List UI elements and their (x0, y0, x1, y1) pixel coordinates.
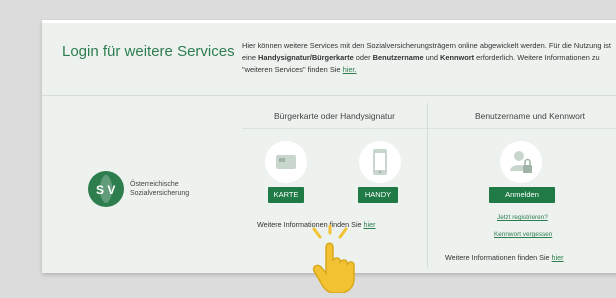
credentials-info: Weitere Informationen finden Sie hier (445, 253, 564, 262)
card-icon-circle (265, 141, 307, 183)
intro-part-3: und (423, 53, 441, 62)
signature-heading: Bürgerkarte oder Handysignatur (274, 111, 395, 121)
hand-pointer-icon (300, 223, 380, 298)
intro-part-2: oder (353, 53, 373, 62)
sv-logo-line2: Sozialversicherung (130, 190, 190, 197)
sv-logo-text: Österreichische Sozialversicherung (130, 180, 189, 198)
credentials-heading: Benutzername und Kennwort (474, 111, 586, 121)
sv-logo-icon: S V (96, 175, 115, 203)
sv-logo-mark: S V (88, 171, 124, 207)
intro-more-info-link[interactable]: hier. (343, 65, 357, 74)
credentials-info-link[interactable]: hier (552, 253, 564, 262)
register-link[interactable]: Jetzt registrieren? (497, 214, 548, 221)
intro-bold-handysignatur: Handysignatur/Bürgerkarte (258, 53, 354, 62)
user-lock-icon-circle (500, 141, 542, 183)
handy-button[interactable]: HANDY (358, 187, 398, 203)
sv-logo: S V Österreichische Sozialversicherung (88, 171, 189, 207)
phone-icon-circle (359, 141, 401, 183)
sv-logo-line1: Österreichische (130, 181, 179, 188)
credentials-info-text: Weitere Informationen finden Sie (445, 253, 552, 262)
card-icon (276, 155, 296, 169)
login-title: Login für weitere Services (62, 43, 235, 60)
intro-bold-kennwort: Kennwort (440, 53, 475, 62)
user-lock-icon (510, 151, 532, 173)
anmelden-button[interactable]: Anmelden (489, 187, 555, 203)
phone-icon (373, 149, 387, 175)
divider-vertical (427, 103, 428, 268)
intro-text: Hier können weitere Services mit den Soz… (242, 40, 616, 76)
forgot-password-link[interactable]: Kennwort vergessen (494, 231, 552, 238)
svg-text:S V: S V (96, 183, 115, 197)
divider-columns-top (242, 128, 616, 129)
karte-button[interactable]: KARTE (268, 187, 304, 203)
intro-bold-benutzername: Benutzername (372, 53, 424, 62)
divider-horizontal (42, 95, 616, 96)
